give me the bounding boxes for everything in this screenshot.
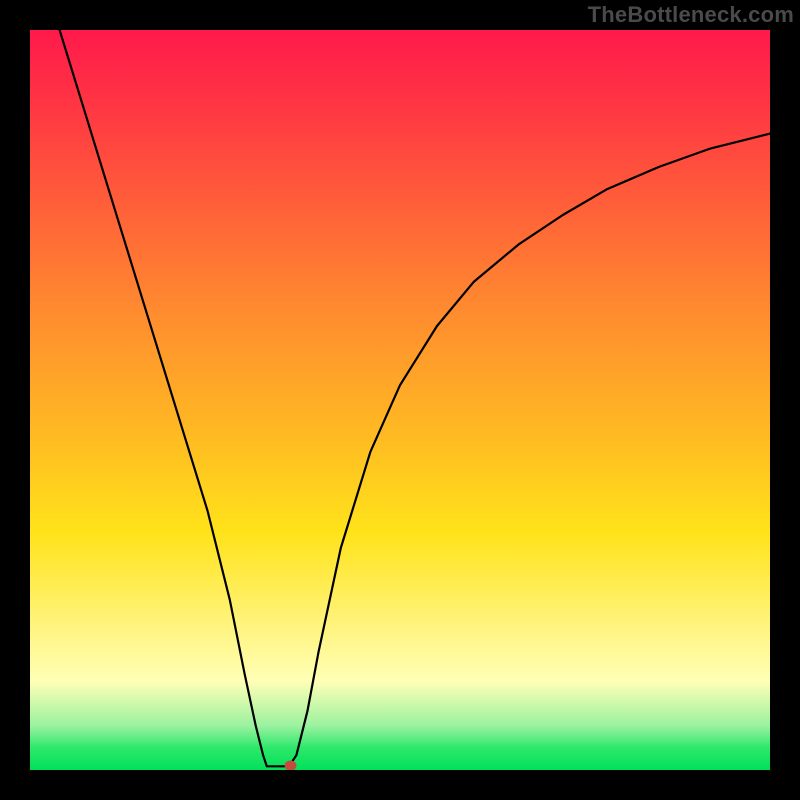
plot-area [30, 30, 770, 770]
curve-line [60, 30, 770, 766]
chart-frame: TheBottleneck.com [0, 0, 800, 800]
watermark-text: TheBottleneck.com [588, 2, 794, 28]
minimum-marker [284, 761, 296, 770]
chart-svg [30, 30, 770, 770]
